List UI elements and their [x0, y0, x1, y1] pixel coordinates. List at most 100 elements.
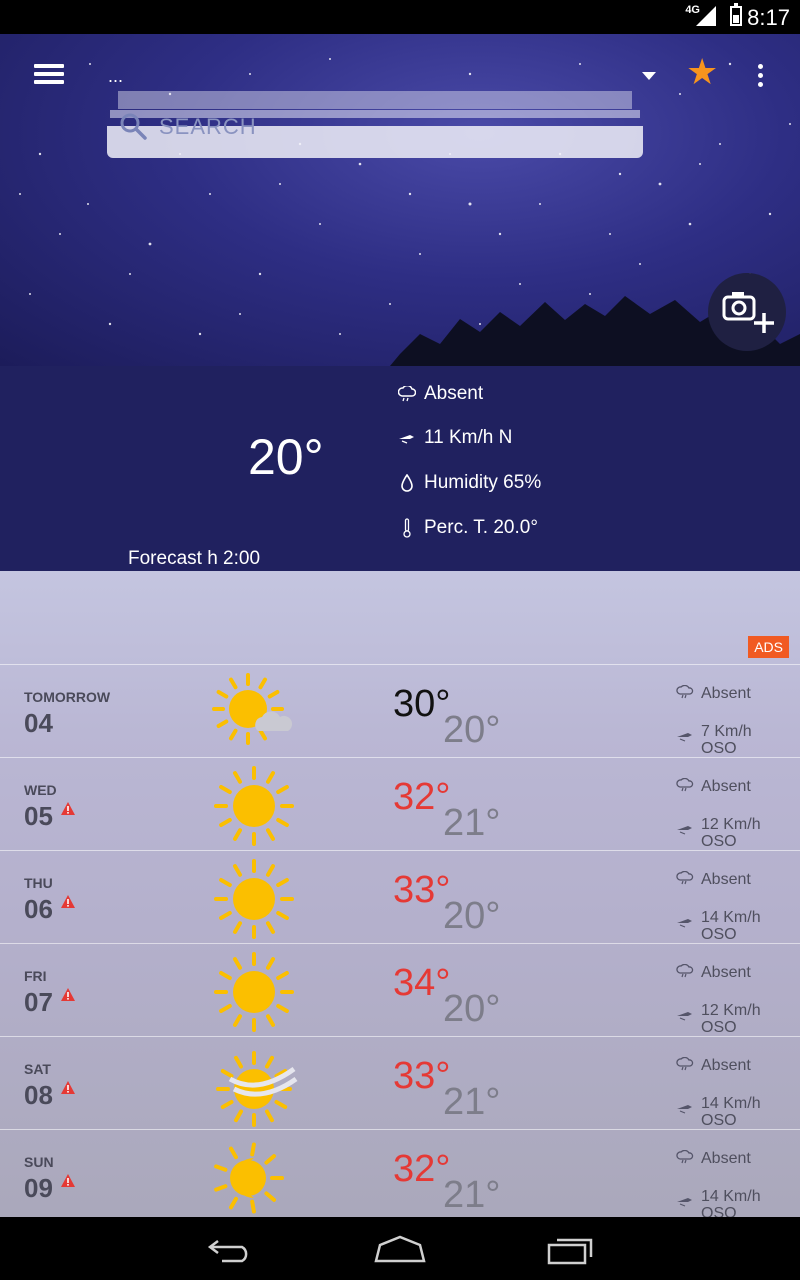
favorite-star-button[interactable]: ★: [686, 54, 718, 90]
perceived-temp-text: Perc. T. 20.0°: [424, 517, 538, 538]
min-temperature: 21°: [443, 1081, 501, 1123]
max-temperature: 30°: [393, 683, 451, 725]
signal-icon: [696, 6, 716, 26]
location-dropdown-icon[interactable]: [642, 72, 656, 80]
precipitation-text: Absent: [701, 1057, 751, 1074]
wind-direction: OSO: [701, 833, 737, 850]
min-temperature: 20°: [443, 988, 501, 1030]
precipitation-icon: [676, 685, 694, 699]
weather-alert-icon[interactable]: [61, 1174, 75, 1187]
wind-icon: [677, 919, 692, 928]
search-box[interactable]: [107, 112, 643, 158]
navigation-bar: [0, 1217, 800, 1280]
humidity-row: Humidity 65%: [398, 472, 541, 494]
sun-half-icon: [214, 1142, 284, 1214]
wind-icon: [677, 1198, 692, 1207]
max-temperature: 32°: [393, 776, 451, 818]
humidity-icon: [401, 474, 413, 492]
forecast-day-row[interactable]: WED 05 32° 21° Absent 12 Km/h OSO: [0, 757, 800, 850]
day-name: TOMORROW: [24, 689, 111, 705]
wind-icon: [677, 1012, 692, 1021]
more-options-button[interactable]: [752, 64, 768, 92]
current-conditions-panel[interactable]: 20° Forecast h 2:00 Absent 11 Km/h N Hum…: [0, 366, 800, 571]
search-ghost-bar: [118, 91, 632, 109]
precipitation-icon: [676, 964, 694, 978]
precipitation-text: Absent: [701, 1150, 751, 1167]
wind-direction: OSO: [701, 1019, 737, 1036]
day-number: 06: [24, 894, 53, 924]
battery-icon: [730, 3, 742, 26]
weather-alert-icon[interactable]: [61, 802, 75, 815]
thermometer-icon: [403, 518, 411, 538]
wind-text: 11 Km/h N: [424, 427, 513, 448]
precipitation-row: Absent: [398, 383, 483, 405]
day-number: 07: [24, 987, 53, 1017]
perceived-temp-row: Perc. T. 20.0°: [398, 517, 538, 539]
wind-speed: 12 Km/h: [701, 816, 761, 833]
wind-speed: 7 Km/h: [701, 723, 752, 740]
precipitation-text: Absent: [701, 778, 751, 795]
wind-row: 11 Km/h N: [398, 427, 512, 449]
wind-speed: 14 Km/h: [701, 1188, 761, 1205]
forecast-time: Forecast h 2:00: [128, 548, 261, 569]
precipitation-icon: [676, 778, 694, 792]
sun-icon: [214, 766, 294, 846]
forecast-day-row[interactable]: SUN 09 32° 21° Absent 14 Km/h OSO: [0, 1129, 800, 1217]
menu-button[interactable]: [34, 64, 64, 88]
weather-alert-icon[interactable]: [61, 895, 75, 908]
wind-speed: 12 Km/h: [701, 1002, 761, 1019]
sun-icon: [214, 859, 294, 939]
day-name: FRI: [24, 968, 47, 984]
forecast-day-row[interactable]: TOMORROW 04 30° 20° Absent 7 Km/h OSO: [0, 664, 800, 757]
add-photo-button[interactable]: [708, 273, 786, 351]
search-input[interactable]: [157, 112, 511, 142]
min-temperature: 21°: [443, 802, 501, 844]
max-temperature: 33°: [393, 1055, 451, 1097]
min-temperature: 21°: [443, 1174, 501, 1216]
forecast-day-row[interactable]: FRI 07 34° 20° Absent 12 Km/h OSO: [0, 943, 800, 1036]
precipitation-text: Absent: [424, 383, 484, 404]
day-name: THU: [24, 875, 53, 891]
wind-info: 12 Km/h OSO: [701, 816, 791, 850]
wind-icon: [677, 826, 692, 835]
daily-forecast-list[interactable]: ADS TOMORROW 04 30° 20° Absent 7 Km/h OSO WED 05…: [0, 571, 800, 1217]
forecast-day-row[interactable]: SAT 08 33° 21° Absent 14 Km/h OSO: [0, 1036, 800, 1129]
wind-icon: [677, 733, 692, 742]
status-bar: 4G 8:17: [0, 0, 800, 34]
wind-icon: [677, 1105, 692, 1114]
day-number: 09: [24, 1173, 53, 1203]
location-label[interactable]: ...: [108, 66, 123, 87]
header-background: ... ★: [0, 34, 800, 366]
current-temperature: 20°: [248, 429, 324, 485]
precipitation-text: Absent: [701, 685, 751, 702]
clock: 8:17: [747, 5, 790, 30]
weather-alert-icon[interactable]: [61, 988, 75, 1001]
precipitation-text: Absent: [701, 871, 751, 888]
moon-icon: [36, 386, 152, 511]
weather-alert-icon[interactable]: [61, 1081, 75, 1094]
wind-info: 14 Km/h OSO: [701, 909, 791, 943]
wind-info: 7 Km/h OSO: [701, 723, 791, 757]
back-icon[interactable]: [206, 1235, 254, 1263]
wind-speed: 14 Km/h: [701, 909, 761, 926]
min-temperature: 20°: [443, 895, 501, 937]
recent-apps-icon[interactable]: [547, 1235, 595, 1265]
wind-speed: 14 Km/h: [701, 1095, 761, 1112]
day-name: SUN: [24, 1154, 54, 1170]
forecast-day-row[interactable]: THU 06 33° 20° Absent 14 Km/h OSO: [0, 850, 800, 943]
day-name: WED: [24, 782, 57, 798]
max-temperature: 33°: [393, 869, 451, 911]
camera-plus-icon: [722, 292, 774, 333]
precipitation-icon: [398, 386, 416, 402]
precipitation-icon: [676, 1150, 694, 1164]
humidity-text: Humidity 65%: [424, 472, 542, 493]
precipitation-text: Absent: [701, 964, 751, 981]
day-number: 08: [24, 1080, 53, 1110]
home-icon[interactable]: [374, 1235, 426, 1263]
sun-cloud-icon: [212, 673, 293, 745]
wind-icon: [399, 435, 414, 444]
precipitation-icon: [676, 871, 694, 885]
day-number: 04: [24, 708, 53, 738]
wind-info: 14 Km/h OSO: [701, 1188, 791, 1217]
max-temperature: 32°: [393, 1148, 451, 1190]
